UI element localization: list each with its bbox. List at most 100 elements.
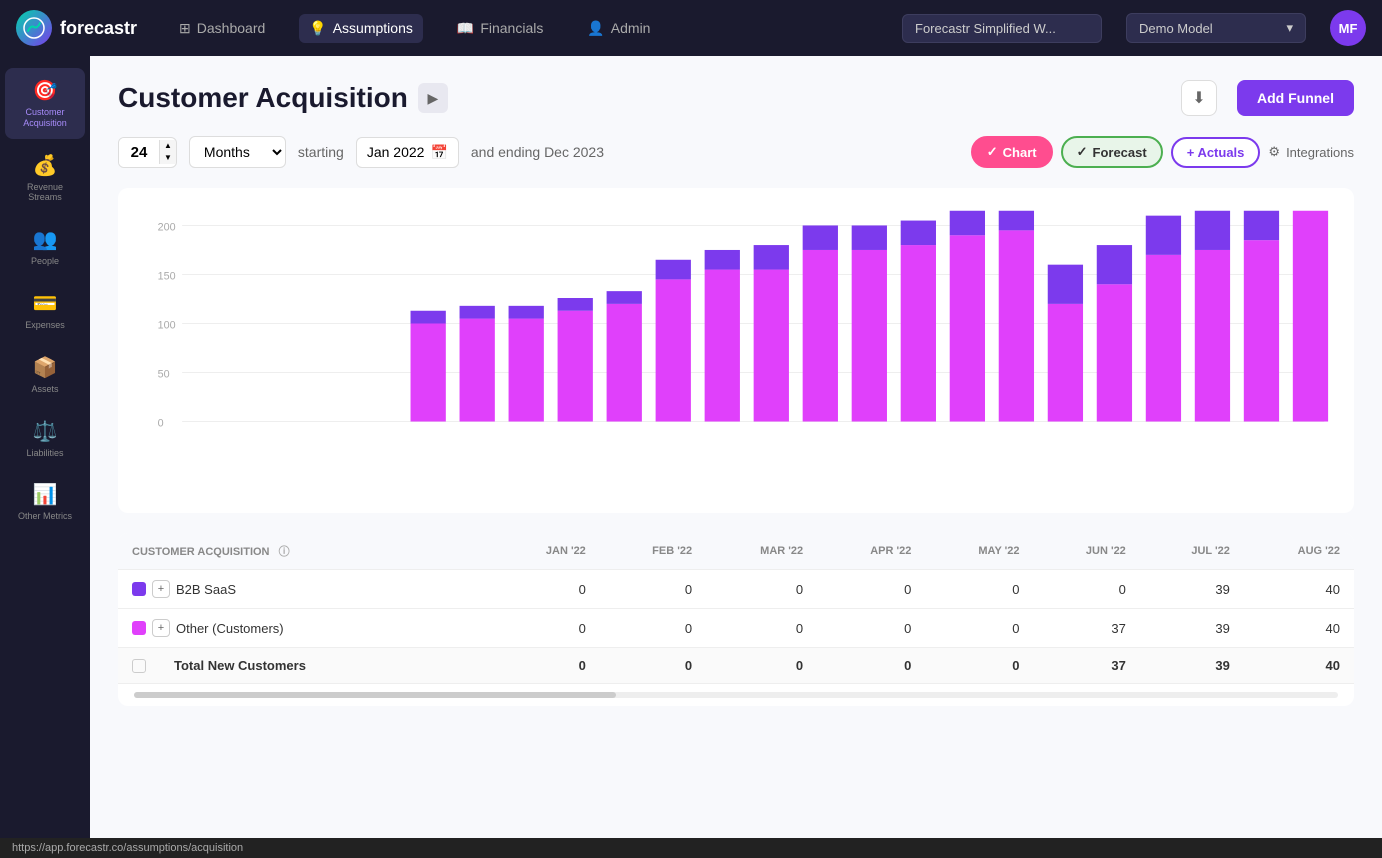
page-title: Customer Acquisition xyxy=(118,82,408,114)
other-color-indicator xyxy=(132,621,146,635)
horizontal-scroll-indicator xyxy=(134,692,1338,698)
actuals-toggle-button[interactable]: + Actuals xyxy=(1171,137,1261,168)
bar-dec22-purple xyxy=(705,250,740,270)
sidebar-item-customer-acquisition[interactable]: 🎯 Customer Acquisition xyxy=(5,68,85,139)
total-jan22: 0 xyxy=(494,648,600,684)
other-may22: 0 xyxy=(925,609,1033,648)
sidebar-item-assets[interactable]: 📦 Assets xyxy=(5,345,85,405)
scroll-thumb xyxy=(134,692,616,698)
sidebar-item-revenue-streams[interactable]: 💰 Revenue Streams xyxy=(5,143,85,214)
b2bsaas-expand-button[interactable]: + xyxy=(152,580,170,598)
bar-jul22-pink xyxy=(460,319,495,422)
bar-sep22-purple xyxy=(558,298,593,311)
bar-mar23-pink xyxy=(852,250,887,422)
period-input: 24 ▲ ▼ xyxy=(118,137,177,168)
avatar[interactable]: MF xyxy=(1330,10,1366,46)
controls-row: 24 ▲ ▼ Months Quarters Years starting Ja… xyxy=(118,136,1354,168)
col-may22: MAY '22 xyxy=(925,533,1033,570)
nav-dashboard[interactable]: ⊞ Dashboard xyxy=(169,14,275,43)
bar-may23-purple xyxy=(950,211,985,236)
period-type-select[interactable]: Months Quarters Years xyxy=(189,136,286,168)
nav-assumptions[interactable]: 💡 Assumptions xyxy=(299,14,423,43)
starting-label: starting xyxy=(298,144,344,160)
integrations-button[interactable]: ⚙ Integrations xyxy=(1268,144,1354,160)
bar-jan23-purple xyxy=(754,245,789,270)
sidebar-item-expenses[interactable]: 💳 Expenses xyxy=(5,281,85,341)
total-feb22: 0 xyxy=(600,648,706,684)
period-up-arrow[interactable]: ▲ xyxy=(160,140,176,152)
table-scroll[interactable]: CUSTOMER ACQUISITION ⓘ JAN '22 FEB '22 M… xyxy=(118,533,1354,684)
forecast-check-icon: ✓ xyxy=(1077,144,1088,160)
b2bsaas-aug22: 40 xyxy=(1244,570,1354,609)
gear-icon: ⚙ xyxy=(1268,144,1280,160)
total-checkbox[interactable] xyxy=(132,659,146,673)
start-date-input[interactable]: Jan 2022 📅 xyxy=(356,137,459,168)
bar-sep23-purple xyxy=(1146,216,1181,255)
people-icon: 👥 xyxy=(33,227,58,252)
bar-jun23-pink xyxy=(999,230,1034,421)
other-metrics-icon: 📊 xyxy=(33,482,58,507)
b2bsaas-apr22: 0 xyxy=(817,570,925,609)
workspace-selector[interactable]: Forecastr Simplified W... xyxy=(902,14,1102,43)
download-button[interactable]: ⬇ xyxy=(1181,80,1217,116)
bar-jun22-purple xyxy=(411,311,446,324)
bar-oct23-pink xyxy=(1195,250,1230,422)
dashboard-icon: ⊞ xyxy=(179,20,191,37)
period-number-input[interactable]: 24 xyxy=(119,138,159,167)
bar-mar23-purple xyxy=(852,225,887,250)
bar-aug23-pink xyxy=(1097,284,1132,421)
other-jun22: 37 xyxy=(1034,609,1140,648)
chart-area: 200 150 100 50 0 xyxy=(118,188,1354,513)
bar-jun22-pink xyxy=(411,323,446,421)
table-header-label: CUSTOMER ACQUISITION ⓘ xyxy=(118,533,494,570)
other-expand-button[interactable]: + xyxy=(152,619,170,637)
col-mar22: MAR '22 xyxy=(706,533,817,570)
admin-icon: 👤 xyxy=(587,20,604,37)
sidebar-item-people[interactable]: 👥 People xyxy=(5,217,85,277)
col-jan22: JAN '22 xyxy=(494,533,600,570)
period-arrows: ▲ ▼ xyxy=(159,140,176,164)
b2bsaas-may22: 0 xyxy=(925,570,1033,609)
svg-text:100: 100 xyxy=(158,319,176,331)
b2bsaas-feb22: 0 xyxy=(600,570,706,609)
nav-financials[interactable]: 📖 Financials xyxy=(447,14,553,43)
bar-apr23-purple xyxy=(901,221,936,246)
sidebar-item-other-metrics[interactable]: 📊 Other Metrics xyxy=(5,472,85,532)
other-mar22: 0 xyxy=(706,609,817,648)
funnel-icon: 🎯 xyxy=(33,78,58,103)
b2bsaas-jul22: 39 xyxy=(1140,570,1244,609)
play-button[interactable]: ▶ xyxy=(418,83,448,113)
info-icon[interactable]: ⓘ xyxy=(279,546,290,558)
period-down-arrow[interactable]: ▼ xyxy=(160,152,176,164)
sidebar-item-liabilities[interactable]: ⚖️ Liabilities xyxy=(5,409,85,469)
bar-sep22-pink xyxy=(558,311,593,422)
col-jun22: JUN '22 xyxy=(1034,533,1140,570)
bar-nov22-pink xyxy=(656,279,691,421)
b2bsaas-color-indicator xyxy=(132,582,146,596)
add-funnel-button[interactable]: Add Funnel xyxy=(1237,80,1354,116)
other-feb22: 0 xyxy=(600,609,706,648)
bar-jul23-pink xyxy=(1048,304,1083,422)
ending-label: and ending Dec 2023 xyxy=(471,144,604,160)
data-table: CUSTOMER ACQUISITION ⓘ JAN '22 FEB '22 M… xyxy=(118,533,1354,706)
total-jul22: 39 xyxy=(1140,648,1244,684)
forecast-toggle-button[interactable]: ✓ Forecast xyxy=(1061,136,1163,168)
bar-jul22-purple xyxy=(460,306,495,319)
total-aug22: 40 xyxy=(1244,648,1354,684)
top-navigation: forecastr ⊞ Dashboard 💡 Assumptions 📖 Fi… xyxy=(0,0,1382,56)
total-jun22: 37 xyxy=(1034,648,1140,684)
status-bar: https://app.forecastr.co/assumptions/acq… xyxy=(0,838,1382,858)
total-row: Total New Customers 0 0 0 0 0 37 39 40 xyxy=(118,648,1354,684)
chevron-down-icon: ▾ xyxy=(1286,20,1293,36)
other-apr22: 0 xyxy=(817,609,925,648)
page-title-area: Customer Acquisition ▶ xyxy=(118,82,448,114)
col-jul22: JUL '22 xyxy=(1140,533,1244,570)
model-selector[interactable]: Demo Model ▾ xyxy=(1126,13,1306,43)
logo: forecastr xyxy=(16,10,137,46)
page-header: Customer Acquisition ▶ ⬇ Add Funnel xyxy=(118,80,1354,116)
bar-oct23-purple xyxy=(1195,211,1230,250)
nav-admin[interactable]: 👤 Admin xyxy=(577,14,660,43)
checkmark-icon: ✓ xyxy=(987,144,998,160)
svg-text:50: 50 xyxy=(158,368,170,380)
chart-toggle-button[interactable]: ✓ Chart xyxy=(971,136,1053,168)
